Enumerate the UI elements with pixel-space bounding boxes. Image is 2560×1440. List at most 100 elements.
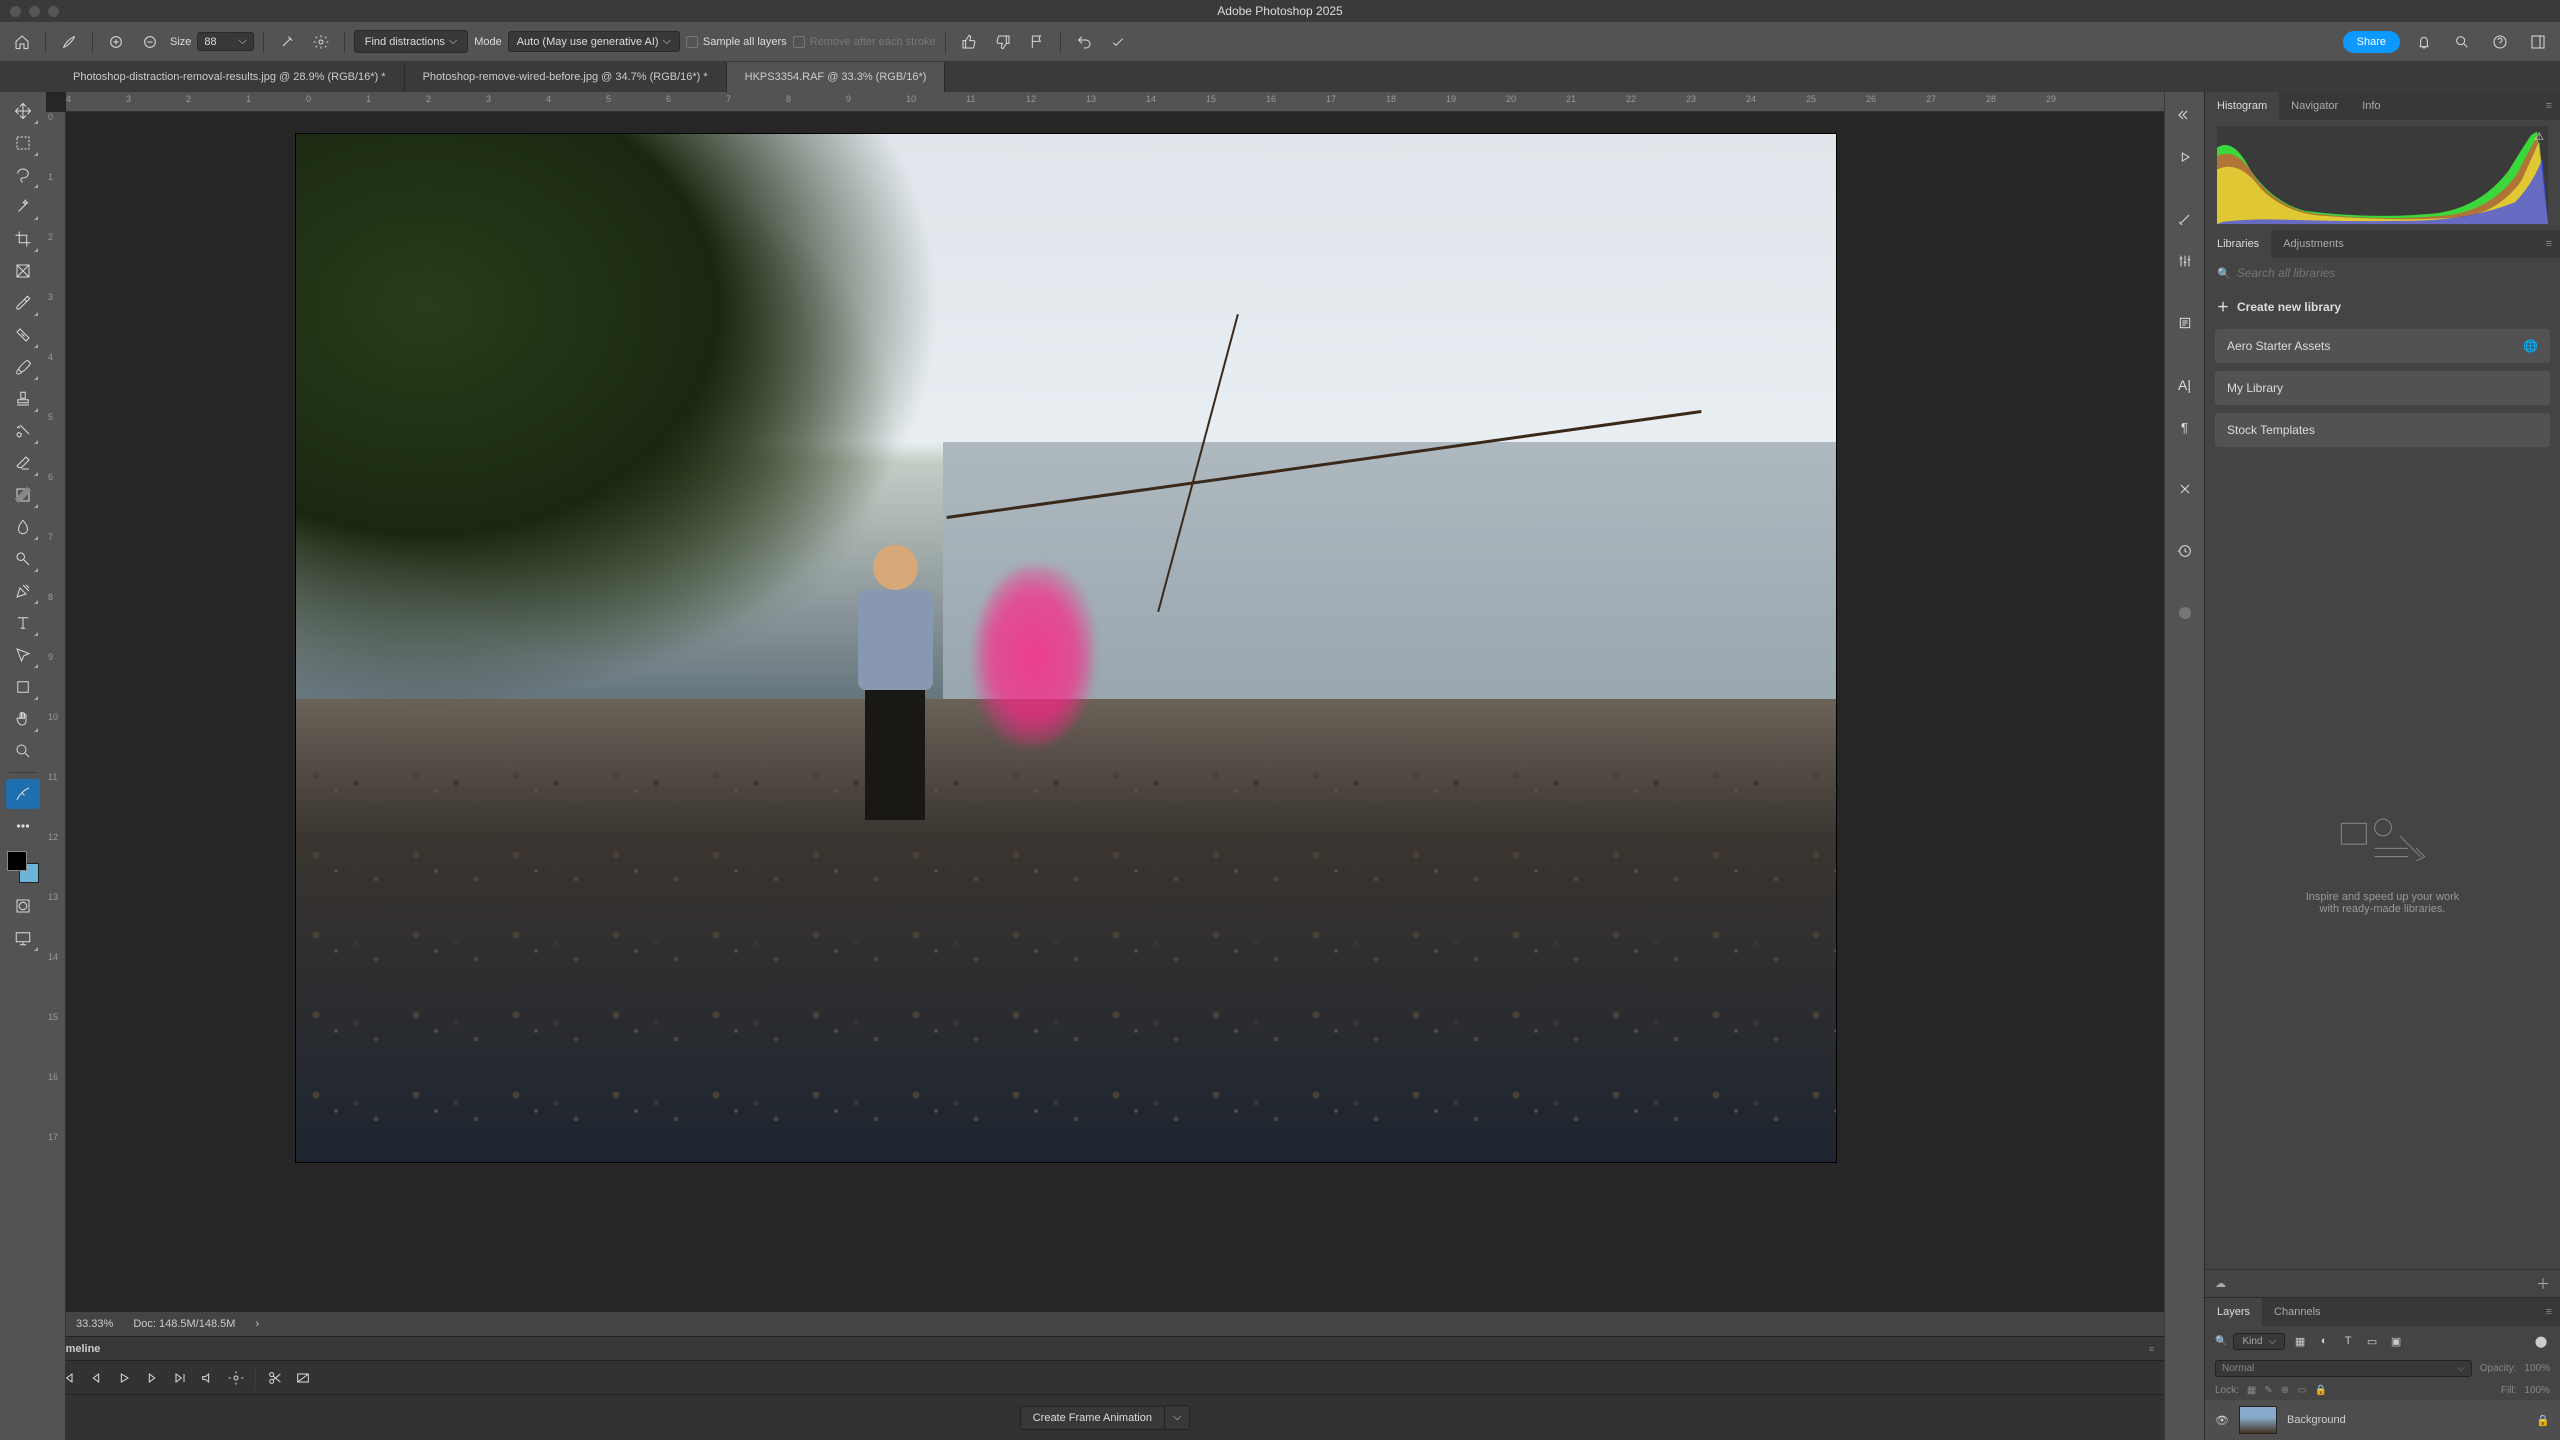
lock-position-icon[interactable]: ⊕: [2281, 1385, 2289, 1396]
filter-pixel-icon[interactable]: ▦: [2291, 1332, 2309, 1350]
zoom-level[interactable]: 33.33%: [76, 1318, 113, 1330]
lasso-tool[interactable]: [6, 160, 40, 190]
frame-dropdown[interactable]: ⌵: [1164, 1405, 1190, 1430]
audio-icon[interactable]: [196, 1366, 220, 1390]
tab-navigator[interactable]: Navigator: [2279, 92, 2350, 120]
help-icon[interactable]: [2486, 28, 2514, 56]
shape-tool[interactable]: [6, 672, 40, 702]
library-item-mylibrary[interactable]: My Library: [2215, 371, 2550, 405]
search-icon[interactable]: [2448, 28, 2476, 56]
wand-tool[interactable]: [6, 192, 40, 222]
path-tool[interactable]: [6, 640, 40, 670]
info-panel-icon[interactable]: [2170, 598, 2200, 628]
tab-histogram[interactable]: Histogram: [2205, 92, 2279, 120]
bell-icon[interactable]: [2410, 28, 2438, 56]
tab-doc-3[interactable]: HKPS3354.RAF @ 33.3% (RGB/16*): [727, 62, 946, 92]
crop-tool[interactable]: [6, 224, 40, 254]
blend-mode-select[interactable]: Normal⌵: [2215, 1360, 2472, 1377]
healing-tool[interactable]: [6, 320, 40, 350]
marquee-tool[interactable]: [6, 128, 40, 158]
history-panel-icon[interactable]: [2170, 536, 2200, 566]
zoom-tool[interactable]: [6, 736, 40, 766]
chevron-right-icon[interactable]: ›: [255, 1318, 259, 1330]
layer-row-background[interactable]: 👁 Background 🔒: [2205, 1400, 2560, 1440]
filter-toggle[interactable]: ⬤: [2532, 1332, 2550, 1350]
create-library-button[interactable]: ＋ Create new library: [2205, 288, 2560, 325]
remove-tool[interactable]: [6, 779, 40, 809]
chevron-down-icon[interactable]: ⌵: [238, 35, 246, 48]
home-icon[interactable]: [8, 28, 36, 56]
expand-icon[interactable]: [2170, 100, 2200, 130]
tab-info[interactable]: Info: [2350, 92, 2392, 120]
filter-smart-icon[interactable]: ▣: [2387, 1332, 2405, 1350]
library-item-stock[interactable]: Stock Templates: [2215, 413, 2550, 447]
lock-artboard-icon[interactable]: ▭: [2297, 1385, 2306, 1396]
paragraph-panel-icon[interactable]: [2170, 308, 2200, 338]
prev-frame-icon[interactable]: [84, 1366, 108, 1390]
layer-thumbnail[interactable]: [2239, 1406, 2277, 1434]
find-distractions-button[interactable]: Find distractions⌵: [354, 30, 468, 53]
next-frame-icon[interactable]: [140, 1366, 164, 1390]
brush-tool-icon[interactable]: [55, 28, 83, 56]
filter-type-icon[interactable]: T: [2339, 1332, 2357, 1350]
history-brush-tool[interactable]: [6, 416, 40, 446]
pen-tool[interactable]: [6, 576, 40, 606]
create-frame-button[interactable]: Create Frame Animation: [1020, 1406, 1165, 1430]
warning-icon[interactable]: ⚠: [2534, 130, 2544, 143]
panel-menu-icon[interactable]: ≡: [2538, 92, 2560, 120]
adjustments-panel-icon[interactable]: [2170, 246, 2200, 276]
doc-size[interactable]: Doc: 148.5M/148.5M: [133, 1318, 235, 1330]
undo-icon[interactable]: [1070, 28, 1098, 56]
frame-tool[interactable]: [6, 256, 40, 286]
mode-select[interactable]: Auto (May use generative AI)⌵: [508, 31, 680, 52]
size-value[interactable]: [204, 36, 232, 48]
tab-channels[interactable]: Channels: [2262, 1298, 2332, 1326]
canvas-viewport[interactable]: [66, 112, 2164, 1312]
quick-mask[interactable]: [6, 891, 40, 921]
commit-icon[interactable]: [1104, 28, 1132, 56]
plus-icon[interactable]: ＋: [2536, 1274, 2550, 1294]
glyphs-panel-icon[interactable]: ¶: [2170, 412, 2200, 442]
kind-select[interactable]: Kind⌵: [2233, 1333, 2285, 1350]
scissors-icon[interactable]: [263, 1366, 287, 1390]
panel-menu-icon[interactable]: ≡: [2538, 1298, 2560, 1326]
transition-icon[interactable]: [291, 1366, 315, 1390]
move-tool[interactable]: [6, 96, 40, 126]
settings-icon[interactable]: [224, 1366, 248, 1390]
tools-preset-icon[interactable]: [2170, 474, 2200, 504]
fill-value[interactable]: 100%: [2524, 1385, 2550, 1396]
dodge-tool[interactable]: [6, 544, 40, 574]
tab-doc-2[interactable]: Photoshop-remove-wired-before.jpg @ 34.7…: [405, 62, 727, 92]
last-frame-icon[interactable]: [168, 1366, 192, 1390]
library-item-aero[interactable]: Aero Starter Assets🌐: [2215, 329, 2550, 363]
lock-all-icon[interactable]: 🔒: [2315, 1385, 2327, 1396]
eraser-tool[interactable]: [6, 448, 40, 478]
lock-pixels-icon[interactable]: ▦: [2247, 1385, 2256, 1396]
lock-icon[interactable]: 🔒: [2536, 1414, 2550, 1427]
search-input[interactable]: [2237, 266, 2548, 280]
visibility-icon[interactable]: 👁: [2215, 1414, 2229, 1427]
search-icon[interactable]: 🔍: [2215, 1336, 2227, 1347]
brush-tool[interactable]: [6, 352, 40, 382]
share-button[interactable]: Share: [2343, 31, 2400, 53]
lock-brush-icon[interactable]: ✎: [2264, 1385, 2272, 1396]
layer-name[interactable]: Background: [2287, 1414, 2346, 1426]
sample-all-checkbox[interactable]: Sample all layers: [686, 36, 787, 48]
stamp-tool[interactable]: [6, 384, 40, 414]
ruler-horizontal[interactable]: 4321012345678910111213141516171819202122…: [66, 92, 2164, 112]
edit-toolbar[interactable]: [6, 811, 40, 841]
filter-adjust-icon[interactable]: ◐: [2315, 1332, 2333, 1350]
subtract-brush-icon[interactable]: [136, 28, 164, 56]
ruler-vertical[interactable]: 01234567891011121314151617: [46, 112, 66, 1440]
hand-tool[interactable]: [6, 704, 40, 734]
library-search[interactable]: 🔍: [2205, 258, 2560, 288]
flag-icon[interactable]: [1023, 28, 1051, 56]
tab-libraries[interactable]: Libraries: [2205, 230, 2271, 258]
brushes-panel-icon[interactable]: [2170, 204, 2200, 234]
color-swatches[interactable]: [7, 851, 39, 883]
filter-shape-icon[interactable]: ▭: [2363, 1332, 2381, 1350]
document-canvas[interactable]: [296, 134, 1836, 1162]
blur-tool[interactable]: [6, 512, 40, 542]
play-icon[interactable]: [112, 1366, 136, 1390]
eyedropper-tool[interactable]: [6, 288, 40, 318]
